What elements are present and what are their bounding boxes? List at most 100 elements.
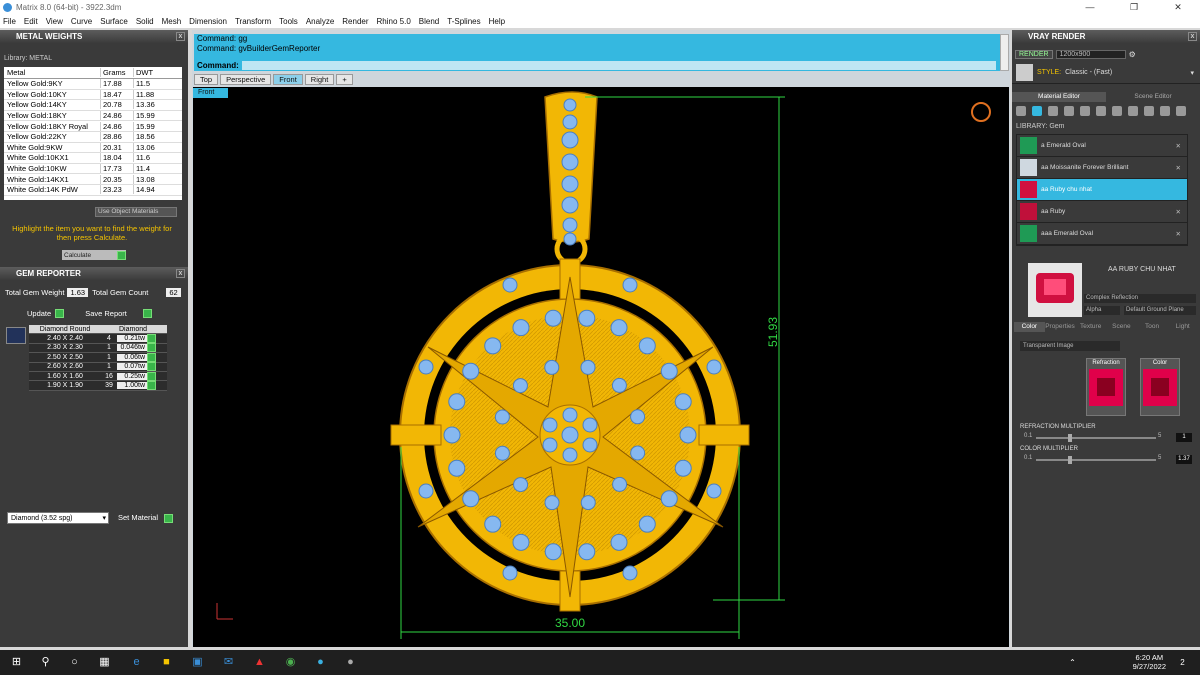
tab-add[interactable]: + [336,74,353,85]
save-report-button[interactable]: Save Report [85,309,127,318]
reflection-select[interactable]: Complex Reflection [1084,294,1196,303]
table-row[interactable]: Yellow Gold:9KY 17.88 11.5 [4,79,182,90]
use-object-materials-checkbox[interactable]: Use Object Materials [95,207,177,217]
close-icon[interactable]: ✕ [1176,230,1181,238]
map-select[interactable]: Transparent Image [1020,341,1120,351]
file-explorer-icon[interactable]: ■ [160,656,173,669]
vray-close-icon[interactable]: x [1188,32,1197,41]
table-row[interactable]: White Gold:10KX1 18.04 11.6 [4,153,182,164]
menu-help[interactable]: Help [489,17,505,26]
menu-curve[interactable]: Curve [71,17,92,26]
menu-blend[interactable]: Blend [419,17,439,26]
ground-plane-select[interactable]: Default Ground Plane [1124,306,1196,315]
hand-icon[interactable] [1144,106,1154,116]
settings-icon[interactable]: ⚙ [1129,50,1136,59]
render-button[interactable]: RENDER [1015,49,1053,59]
close-icon[interactable]: ✕ [1176,142,1181,150]
search-icon[interactable]: ⚲ [39,656,52,669]
ring-icon[interactable] [1160,106,1170,116]
tab-scene-editor[interactable]: Scene Editor [1106,92,1200,102]
menu-tsplines[interactable]: T-Splines [447,17,480,26]
menu-file[interactable]: File [3,17,16,26]
metal-icon[interactable] [1064,106,1074,116]
viewport-label[interactable]: Front [193,88,228,98]
table-row[interactable]: White Gold:14KX1 20.35 13.08 [4,174,182,185]
vray-app-icon[interactable]: ● [314,656,327,669]
tab-top[interactable]: Top [194,74,219,85]
tab-properties[interactable]: Properties [1045,322,1076,332]
tab-texture[interactable]: Texture [1075,322,1106,332]
list-item[interactable]: aa Ruby ✕ [1017,201,1187,223]
grid-icon[interactable] [1096,106,1106,116]
table-row[interactable]: 2.40 X 2.40 4 0.21tw [29,334,167,344]
gem-row-go-icon[interactable] [147,371,156,381]
menu-render[interactable]: Render [342,17,368,26]
menu-mesh[interactable]: Mesh [162,17,182,26]
table-row[interactable]: 2.30 X 2.30 1 0.046tw [29,343,167,354]
metal-panel-close-icon[interactable]: x [176,32,185,41]
tab-front[interactable]: Front [273,74,303,85]
tab-right[interactable]: Right [304,74,335,85]
slider-handle[interactable] [1068,456,1072,464]
task-view-icon[interactable]: ▦ [98,656,111,669]
update-go-icon[interactable] [55,309,65,318]
maximize-icon[interactable]: ❐ [1112,2,1156,13]
list-item[interactable]: aa Ruby chu nhat [1017,179,1187,201]
menu-analyze[interactable]: Analyze [306,17,334,26]
brush-icon[interactable] [1128,106,1138,116]
minimize-icon[interactable]: — [1068,2,1112,13]
list-item[interactable]: aaa Emerald Oval ✕ [1017,223,1187,245]
set-material-button[interactable]: Set Material [118,513,158,522]
table-row[interactable]: Yellow Gold:10KY 18.47 11.88 [4,89,182,101]
menu-edit[interactable]: Edit [24,17,38,26]
refraction-multiplier-slider[interactable]: 0.1 5 1 [1020,433,1192,443]
table-row[interactable]: 2.60 X 2.60 1 0.07tw [29,362,167,372]
menu-surface[interactable]: Surface [100,17,128,26]
menu-tools[interactable]: Tools [279,17,298,26]
refraction-swatch[interactable]: Refraction [1086,358,1126,416]
tab-toon[interactable]: Toon [1137,322,1168,332]
gem-material-select[interactable]: Diamond (3.52 spg) ▾ [7,512,109,524]
chrome-icon[interactable]: ◉ [284,656,297,669]
cortana-icon[interactable]: ○ [68,656,81,669]
mail-icon[interactable]: ✉ [222,656,235,669]
edge-icon[interactable]: e [130,656,143,669]
tab-color[interactable]: Color [1014,322,1045,332]
color-swatch[interactable]: Color [1140,358,1180,416]
tab-material-editor[interactable]: Material Editor [1012,92,1106,102]
command-scrollbar[interactable] [1000,34,1009,71]
notifications-icon[interactable]: 2 [1176,656,1189,669]
windows-start-icon[interactable]: ⊞ [10,656,23,669]
gem-row-go-icon[interactable] [147,381,156,391]
table-row[interactable]: White Gold:10KW 17.73 11.4 [4,164,182,175]
gem-row-go-icon[interactable] [147,352,156,362]
table-row[interactable]: White Gold:9KW 20.31 13.06 [4,142,182,154]
sphere-icon[interactable] [1048,106,1058,116]
list-item[interactable]: a Emerald Oval ✕ [1017,135,1187,157]
table-row[interactable]: Yellow Gold:18KY Royal 24.86 15.99 [4,121,182,132]
menu-rhino[interactable]: Rhino 5.0 [377,17,411,26]
table-row[interactable]: 1.60 X 1.60 16 0.25tw [29,371,167,382]
gem-row-go-icon[interactable] [147,343,156,353]
menu-solid[interactable]: Solid [136,17,154,26]
table-row[interactable]: Yellow Gold:22KY 28.86 18.56 [4,132,182,143]
color-multiplier-slider[interactable]: 0.1 5 1.37 [1020,455,1192,465]
list-item[interactable]: aa Moissanite Forever Brilliant ✕ [1017,157,1187,179]
diamond-tool-icon[interactable] [1032,106,1042,116]
menu-transform[interactable]: Transform [235,17,271,26]
gem-panel-close-icon[interactable]: x [176,269,185,278]
menu-dimension[interactable]: Dimension [189,17,227,26]
table-row[interactable]: White Gold:14K PdW 23.23 14.94 [4,185,182,196]
tab-light[interactable]: Light [1167,322,1198,332]
store-icon[interactable]: ▣ [191,656,204,669]
matrix-app-icon[interactable]: ▲ [253,656,266,669]
texture-icon[interactable] [1080,106,1090,116]
rhino-app-icon[interactable]: ● [344,656,357,669]
slider-handle[interactable] [1068,434,1072,442]
resolution-field[interactable]: 1200x900 [1055,49,1126,59]
set-material-go-icon[interactable] [164,513,174,523]
table-row[interactable]: 2.50 X 2.50 1 0.06tw [29,352,167,363]
command-input[interactable] [242,61,996,70]
style-value[interactable]: Classic - (Fast) [1065,69,1112,76]
menu-view[interactable]: View [46,17,63,26]
